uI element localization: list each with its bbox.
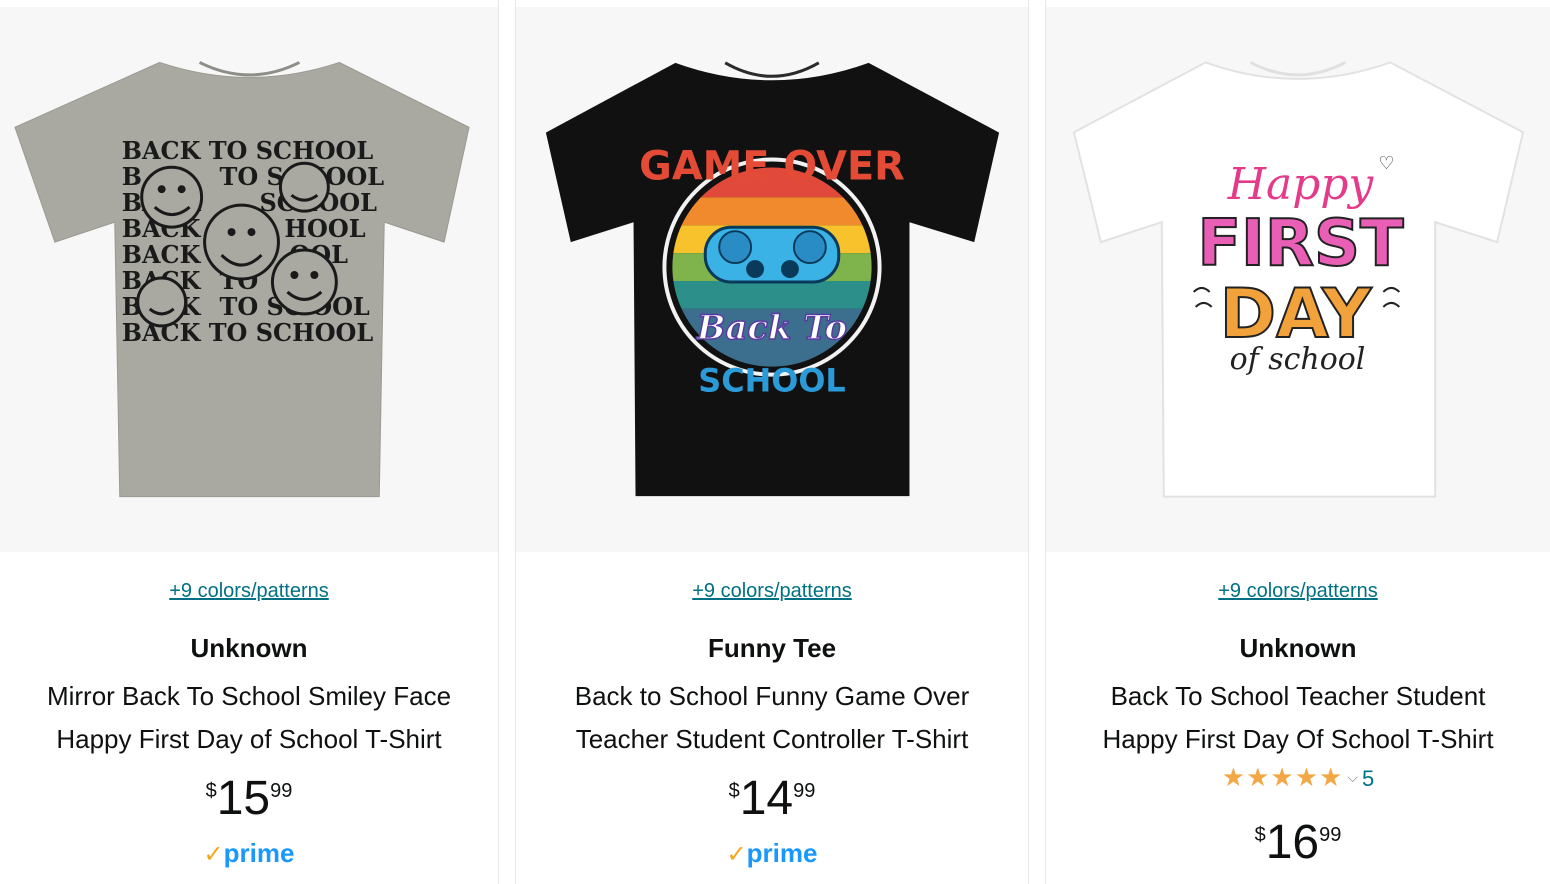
product-brand: Unknown [1239, 633, 1357, 663]
product-brand: Unknown [190, 633, 308, 663]
star-icon: ★★★★★ [1221, 762, 1344, 792]
product-title-line: Happy First Day Of School T-Shirt [1102, 724, 1494, 754]
price-whole: 15 [216, 772, 271, 825]
print-text: SCHOOL [698, 362, 845, 400]
product-card: BACK TO SCHOOL BTO SCHOOL BACKSCHOOL BAC… [0, 0, 499, 884]
rating-count[interactable]: 5 [1362, 766, 1374, 791]
price-symbol: $ [205, 780, 217, 802]
tshirt-image: BACK TO SCHOOL BTO SCHOOL BACKSCHOOL BAC… [14, 61, 470, 498]
print-text: of school [1230, 342, 1366, 377]
price-symbol: $ [728, 780, 740, 802]
print-text: GAME OVER [639, 143, 905, 189]
product-title-line: Happy First Day of School T-Shirt [56, 724, 442, 754]
product-image[interactable]: GAME OVER Back To SCHOOL [516, 7, 1028, 552]
svg-text:BACK: BACK [122, 241, 202, 269]
checkmark-icon: ✓ [726, 841, 747, 868]
product-title-link[interactable]: Mirror Back To School Smiley Face Happy … [10, 675, 488, 761]
colors-patterns-link[interactable]: +9 colors/patterns [516, 580, 1028, 603]
price-fraction: 99 [793, 780, 816, 802]
chevron-down-icon[interactable]: ⌵ [1347, 769, 1358, 785]
svg-text:♡: ♡ [1378, 153, 1394, 173]
product-title-link[interactable]: Back To School Teacher Student Happy Fir… [1056, 675, 1540, 761]
prime-badge: ✓prime [516, 838, 1028, 869]
prime-badge: ✓prime [0, 838, 498, 869]
colors-patterns-link[interactable]: +9 colors/patterns [1046, 580, 1550, 603]
print-text: Back To [696, 307, 847, 347]
price-whole: 16 [1265, 816, 1320, 869]
product-title-link[interactable]: Back to School Funny Game Over Teacher S… [526, 675, 1018, 761]
print-text: Happy [1227, 159, 1375, 210]
print-text: FIRST [1197, 207, 1404, 281]
price-symbol: $ [1254, 824, 1266, 846]
product-card: GAME OVER Back To SCHOOL +9 colors/patte… [515, 0, 1029, 884]
product-title-line: Back to School Funny Game Over [574, 681, 970, 711]
product-price: $1699 [1046, 818, 1550, 868]
rating-row[interactable]: ★★★★★ ⌵ 5 [1046, 762, 1550, 793]
colors-patterns-link[interactable]: +9 colors/patterns [0, 580, 498, 603]
print-text: BACK TO SCHOOL [122, 137, 374, 165]
product-card: Happy ♡ FIRST DAY of school +9 colors/pa… [1045, 0, 1550, 884]
tshirt-image: GAME OVER Back To SCHOOL [545, 61, 1000, 497]
svg-text:HOOL: HOOL [284, 215, 365, 243]
checkmark-icon: ✓ [203, 841, 224, 868]
product-price: $1599 [0, 774, 498, 824]
prime-label: prime [223, 838, 295, 868]
prime-label: prime [746, 838, 818, 868]
product-brand: Funny Tee [707, 633, 837, 663]
price-fraction: 99 [270, 780, 293, 802]
product-title-line: Back To School Teacher Student [1110, 681, 1486, 711]
price-fraction: 99 [1319, 824, 1342, 846]
product-image[interactable]: BACK TO SCHOOL BTO SCHOOL BACKSCHOOL BAC… [0, 7, 498, 552]
tshirt-image: Happy ♡ FIRST DAY of school [1072, 61, 1525, 498]
product-grid: BACK TO SCHOOL BTO SCHOOL BACKSCHOOL BAC… [0, 0, 1550, 884]
product-image[interactable]: Happy ♡ FIRST DAY of school [1046, 7, 1550, 552]
product-title-line: Teacher Student Controller T-Shirt [575, 724, 969, 754]
product-title-line: Mirror Back To School Smiley Face [46, 681, 452, 711]
svg-text:B: B [122, 163, 142, 191]
price-whole: 14 [739, 772, 794, 825]
product-price: $1499 [516, 774, 1028, 824]
